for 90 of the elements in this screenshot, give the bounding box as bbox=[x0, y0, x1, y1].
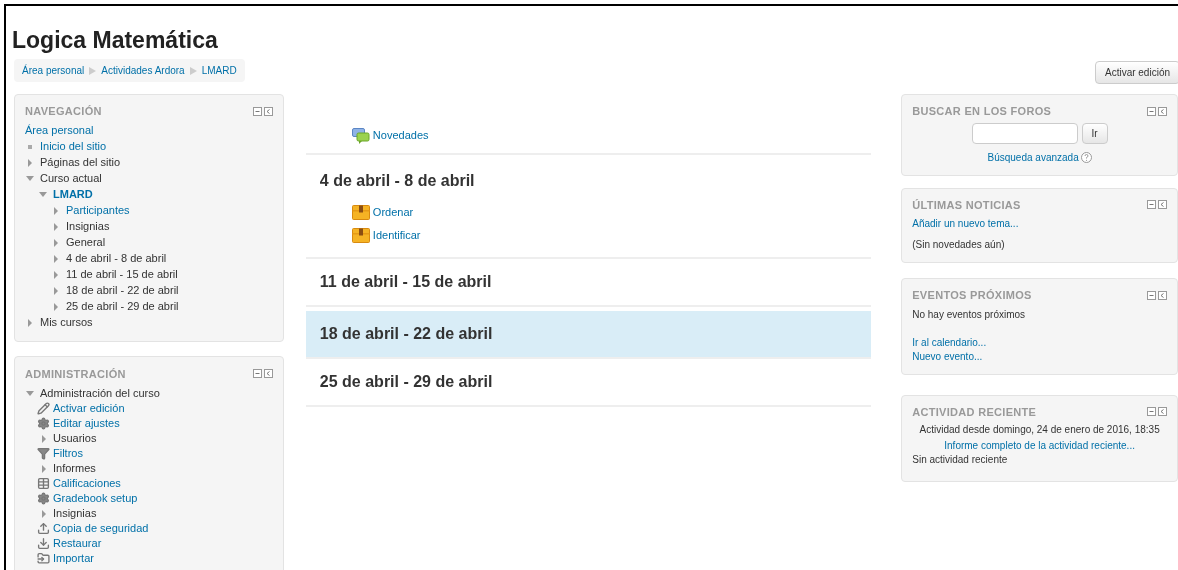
expanded-arrow-icon[interactable] bbox=[26, 390, 34, 396]
event-link[interactable]: Ir al calendario... bbox=[912, 335, 1167, 350]
breadcrumb-link[interactable]: Área personal bbox=[22, 63, 85, 78]
nav-item[interactable]: 4 de abril - 8 de abril bbox=[66, 250, 167, 267]
add-topic-link[interactable]: Añadir un nuevo tema... bbox=[912, 216, 1167, 231]
collapsed-arrow-icon[interactable] bbox=[39, 509, 48, 518]
block-controls-icon[interactable] bbox=[252, 369, 273, 379]
empty-news-text: (Sin novedades aún) bbox=[912, 238, 1006, 252]
block-title: ÚLTIMAS NOTICIAS bbox=[912, 197, 1021, 213]
advanced-search-link[interactable]: Búsqueda avanzada bbox=[987, 149, 1079, 165]
nav-item[interactable]: 25 de abril - 29 de abril bbox=[66, 298, 179, 315]
activity-link[interactable]: Novedades bbox=[372, 127, 429, 144]
no-activity-text: Sin actividad reciente bbox=[912, 453, 1009, 467]
collapsed-arrow-icon[interactable] bbox=[39, 434, 48, 443]
gear-icon bbox=[37, 492, 50, 505]
download-icon bbox=[37, 537, 50, 550]
collapsed-arrow-icon[interactable] bbox=[52, 302, 60, 311]
edit-mode-button[interactable]: Activar edición bbox=[1094, 61, 1178, 84]
package-icon bbox=[351, 228, 370, 243]
collapsed-arrow-icon[interactable] bbox=[39, 464, 48, 473]
activity-link[interactable]: Identificar bbox=[372, 227, 421, 244]
table-icon bbox=[37, 477, 50, 490]
nav-item[interactable]: Páginas del sitio bbox=[40, 154, 121, 171]
block-title: ACTIVIDAD RECIENTE bbox=[912, 404, 1037, 420]
expanded-arrow-icon[interactable] bbox=[39, 192, 47, 197]
admin-item[interactable]: Copia de seguridad bbox=[53, 520, 149, 537]
admin-item[interactable]: Filtros bbox=[53, 445, 83, 462]
package-icon bbox=[351, 205, 370, 220]
admin-item[interactable]: Usuarios bbox=[53, 430, 97, 447]
block-title: BUSCAR EN LOS FOROS bbox=[912, 104, 1052, 119]
nav-item[interactable]: Curso actual bbox=[40, 170, 102, 187]
activity-link[interactable]: Ordenar bbox=[372, 204, 414, 221]
nav-item[interactable]: 18 de abril - 22 de abril bbox=[66, 282, 179, 299]
collapsed-arrow-icon[interactable] bbox=[52, 270, 60, 279]
bullet-icon bbox=[28, 144, 32, 149]
activity-since-text: Actividad desde domingo, 24 de enero de 2016, 18:35 bbox=[918, 423, 1161, 437]
admin-section[interactable]: Administración del curso bbox=[40, 384, 160, 402]
collapsed-arrow-icon[interactable] bbox=[52, 238, 60, 247]
admin-item[interactable]: Calificaciones bbox=[53, 475, 121, 492]
block-controls-icon[interactable] bbox=[1147, 407, 1167, 417]
event-link[interactable]: Nuevo evento... bbox=[912, 349, 1167, 364]
admin-item[interactable]: Informes bbox=[53, 460, 96, 477]
expanded-arrow-icon[interactable] bbox=[26, 176, 34, 181]
search-field[interactable] bbox=[971, 122, 1078, 144]
section-title: 4 de abril - 8 de abril bbox=[319, 171, 476, 191]
nav-item[interactable]: Mis cursos bbox=[40, 314, 93, 331]
full-report-link[interactable]: Informe completo de la actividad reciente... bbox=[944, 440, 1135, 451]
block-controls-icon[interactable] bbox=[1147, 290, 1167, 300]
admin-item[interactable]: Editar ajustes bbox=[53, 415, 120, 432]
admin-item[interactable]: Insignias bbox=[53, 505, 97, 522]
section-title: 18 de abril - 22 de abril bbox=[319, 324, 494, 344]
nav-item[interactable]: 11 de abril - 15 de abril bbox=[66, 266, 178, 283]
help-icon[interactable] bbox=[1080, 151, 1092, 163]
nav-item[interactable]: Insignias bbox=[66, 218, 110, 235]
no-events-text: No hay eventos próximos bbox=[912, 307, 1027, 322]
separator-arrow-icon bbox=[89, 66, 97, 75]
nav-item[interactable]: General bbox=[66, 234, 106, 251]
collapsed-arrow-icon[interactable] bbox=[26, 158, 34, 167]
section-title: 25 de abril - 29 de abril bbox=[319, 372, 494, 392]
nav-item[interactable]: Participantes bbox=[66, 202, 130, 219]
admin-item[interactable]: Importar bbox=[53, 550, 94, 567]
block-title: ADMINISTRACIÓN bbox=[25, 366, 126, 382]
pencil-icon bbox=[37, 402, 50, 415]
block-title: EVENTOS PRÓXIMOS bbox=[912, 288, 1032, 303]
nav-item[interactable]: Inicio del sitio bbox=[40, 138, 107, 155]
collapsed-arrow-icon[interactable] bbox=[52, 254, 60, 263]
admin-item[interactable]: Restaurar bbox=[53, 535, 102, 552]
nav-item[interactable]: LMARD bbox=[53, 186, 93, 203]
breadcrumb-link[interactable]: Actividades Ardora bbox=[101, 63, 185, 78]
chat-bubbles-icon bbox=[351, 127, 370, 144]
breadcrumb-link[interactable]: LMARD bbox=[201, 63, 237, 78]
block-title: NAVEGACIÓN bbox=[25, 104, 102, 119]
block-controls-icon[interactable] bbox=[252, 106, 273, 116]
gear-icon bbox=[37, 417, 50, 430]
block-controls-icon[interactable] bbox=[1147, 200, 1167, 210]
section-title: 11 de abril - 15 de abril bbox=[319, 272, 493, 292]
admin-item[interactable]: Gradebook setup bbox=[53, 490, 138, 507]
collapsed-arrow-icon[interactable] bbox=[26, 318, 34, 327]
course-title: Logica Matemática bbox=[12, 26, 219, 54]
go-button[interactable]: Ir bbox=[1081, 122, 1108, 144]
nav-item[interactable]: Área personal bbox=[25, 122, 94, 139]
separator-arrow-icon bbox=[189, 66, 197, 75]
collapsed-arrow-icon[interactable] bbox=[52, 222, 60, 231]
filter-icon bbox=[37, 447, 50, 460]
collapsed-arrow-icon[interactable] bbox=[52, 206, 60, 215]
upload-icon bbox=[37, 522, 50, 535]
admin-item[interactable]: Activar edición bbox=[53, 400, 125, 417]
import-icon bbox=[37, 552, 50, 565]
block-controls-icon[interactable] bbox=[1147, 106, 1167, 116]
collapsed-arrow-icon[interactable] bbox=[52, 286, 60, 295]
